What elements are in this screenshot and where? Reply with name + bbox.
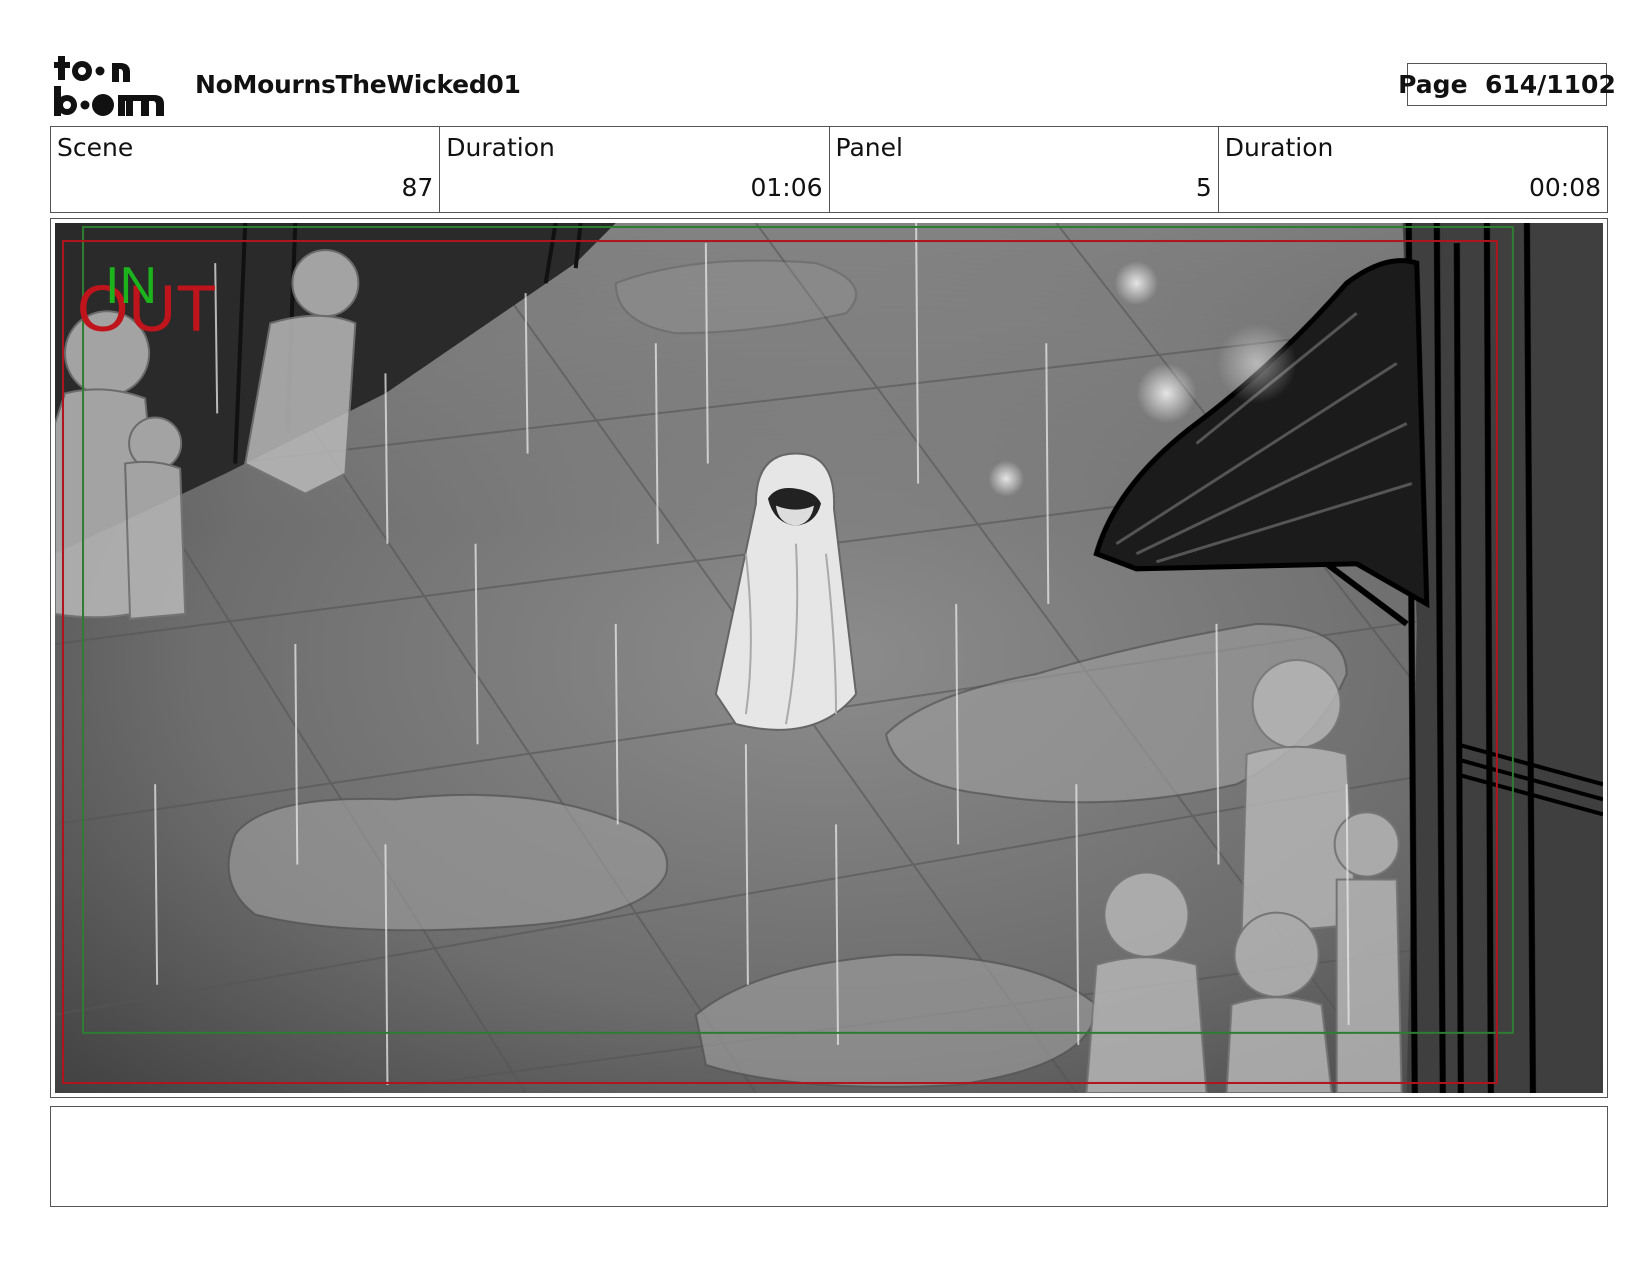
page-label: Page — [1398, 70, 1468, 99]
panel-drawing: OUT IN — [55, 223, 1603, 1093]
panel-duration-cell: Duration 00:08 — [1219, 127, 1607, 212]
scene-cell: Scene 87 — [51, 127, 441, 212]
page-number: 614/1102 — [1484, 70, 1616, 99]
scene-number: 87 — [401, 173, 434, 202]
scene-info-table: Scene 87 Duration 01:06 Panel 5 Duration… — [50, 126, 1608, 213]
panel-cell: Panel 5 — [830, 127, 1219, 212]
storyboard-panel: OUT IN — [50, 218, 1608, 1098]
scene-duration-label: Duration — [446, 133, 555, 162]
scene-duration-value: 01:06 — [750, 173, 823, 202]
storyboard-title: NoMournsTheWicked01 — [195, 70, 521, 99]
panel-label: Panel — [835, 133, 903, 162]
panel-number: 5 — [1195, 173, 1212, 202]
scene-label: Scene — [57, 133, 134, 162]
panel-duration-label: Duration — [1224, 133, 1334, 162]
right-building — [1402, 223, 1603, 1093]
toon-boom-logo: toon — [54, 56, 164, 116]
scene-duration-cell: Duration 01:06 — [440, 127, 830, 212]
panel-duration-value: 00:08 — [1528, 173, 1601, 202]
page-number-box: Page 614/1102 — [1398, 63, 1616, 106]
in-marker: IN — [105, 257, 157, 315]
notes-area — [50, 1106, 1608, 1207]
